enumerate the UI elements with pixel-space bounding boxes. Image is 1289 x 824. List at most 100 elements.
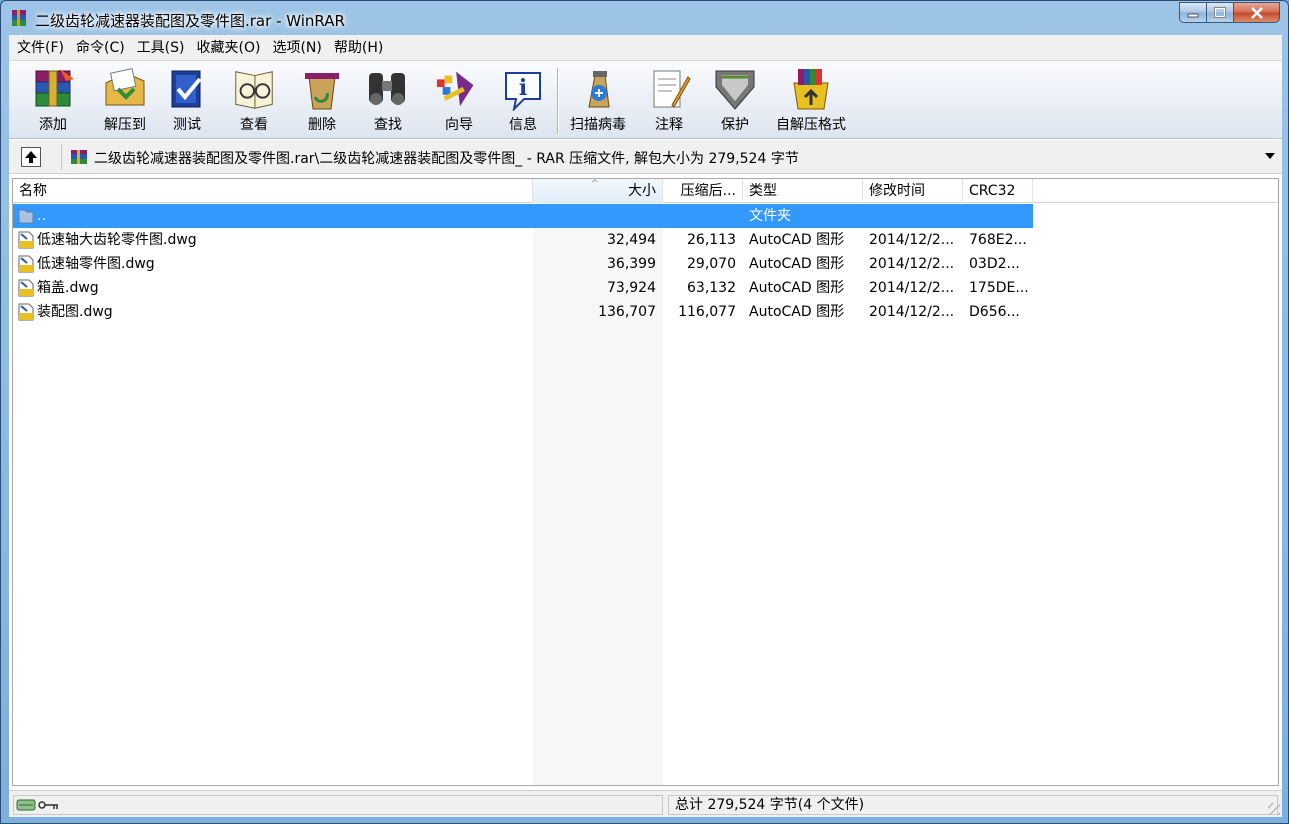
menu-tools[interactable]: 工具(S) xyxy=(131,35,191,61)
column-header-type[interactable]: 类型 xyxy=(743,179,863,203)
extract-to-button[interactable]: 解压到 xyxy=(91,66,159,136)
protect-button[interactable]: 保护 xyxy=(709,66,761,136)
toolbar: 添加 解压到 测试 查看 删除 查找 向导 i 信息 扫描病毒 注释 保护 自解… xyxy=(9,62,1282,139)
delete-button[interactable]: 删除 xyxy=(295,66,349,136)
wizard-label: 向导 xyxy=(445,117,473,133)
find-icon xyxy=(369,73,405,105)
close-button[interactable] xyxy=(1233,2,1280,23)
comment-label: 注释 xyxy=(655,117,683,133)
menu-favorites[interactable]: 收藏夹(O) xyxy=(191,35,267,61)
address-dropdown-icon[interactable] xyxy=(1265,153,1275,159)
menu-options[interactable]: 选项(N) xyxy=(266,35,327,61)
status-left-pane xyxy=(13,795,663,815)
file-name: 装配图.dwg xyxy=(37,304,113,320)
drive-key-icon xyxy=(16,799,58,811)
file-name: .. xyxy=(37,208,46,224)
file-size: 136,707 xyxy=(598,304,656,320)
maximize-button[interactable] xyxy=(1206,2,1233,23)
dwg-file-icon xyxy=(18,279,34,297)
test-icon xyxy=(171,70,202,108)
status-summary: 总计 279,524 字节(4 个文件) xyxy=(668,795,1278,815)
address-field[interactable]: 二级齿轮减速器装配图及零件图.rar\二级齿轮减速器装配图及零件图_ - RAR… xyxy=(61,144,1279,170)
view-icon xyxy=(235,71,273,109)
file-name: 箱盖.dwg xyxy=(37,280,99,296)
file-crc: 768E2... xyxy=(969,232,1027,248)
add-button[interactable]: 添加 xyxy=(19,66,87,136)
info-label: 信息 xyxy=(509,117,537,133)
list-item[interactable]: 装配图.dwg 136,707 116,077 AutoCAD 图形 2014/… xyxy=(13,300,1033,324)
virus-scan-icon xyxy=(588,71,610,108)
file-type: 文件夹 xyxy=(749,208,791,224)
extract-to-label: 解压到 xyxy=(104,117,146,133)
virus-scan-label: 扫描病毒 xyxy=(570,117,626,133)
sfx-button[interactable]: 自解压格式 xyxy=(771,66,851,136)
file-size: 32,494 xyxy=(607,232,656,248)
list-item-parent-folder[interactable]: .. 文件夹 xyxy=(13,204,1033,228)
delete-label: 删除 xyxy=(308,117,336,133)
file-size: 36,399 xyxy=(607,256,656,272)
find-label: 查找 xyxy=(374,117,402,133)
file-list[interactable]: 名称 ^ 大小 压缩后... 类型 修改时间 CRC32 .. 文件夹 低速轴大… xyxy=(12,178,1279,786)
test-label: 测试 xyxy=(173,117,201,133)
info-button[interactable]: i 信息 xyxy=(499,66,547,136)
window-title: 二级齿轮减速器装配图及零件图.rar - WinRAR xyxy=(35,12,345,30)
file-packed-size: 26,113 xyxy=(687,232,736,248)
winrar-app-icon xyxy=(12,10,26,26)
dwg-file-icon xyxy=(18,255,34,273)
sort-ascending-icon: ^ xyxy=(591,179,599,189)
rar-archive-icon xyxy=(71,150,87,164)
virus-scan-button[interactable]: 扫描病毒 xyxy=(563,66,633,136)
svg-text:i: i xyxy=(519,75,527,101)
dwg-file-icon xyxy=(18,231,34,249)
up-arrow-icon xyxy=(25,151,37,163)
folder-up-icon xyxy=(18,209,34,224)
list-item[interactable]: 低速轴零件图.dwg 36,399 29,070 AutoCAD 图形 2014… xyxy=(13,252,1033,276)
comment-button[interactable]: 注释 xyxy=(643,66,695,136)
resize-grip[interactable] xyxy=(1268,803,1280,815)
maximize-icon xyxy=(1214,7,1226,18)
client-area: 文件(F) 命令(C) 工具(S) 收藏夹(O) 选项(N) 帮助(H) 添加 xyxy=(9,35,1282,817)
menu-help[interactable]: 帮助(H) xyxy=(328,35,389,61)
file-packed-size: 29,070 xyxy=(687,256,736,272)
minimize-button[interactable] xyxy=(1179,2,1206,23)
extract-to-icon xyxy=(105,68,145,106)
address-path: 二级齿轮减速器装配图及零件图.rar\二级齿轮减速器装配图及零件图_ - RAR… xyxy=(94,151,799,167)
test-button[interactable]: 测试 xyxy=(161,66,213,136)
view-label: 查看 xyxy=(240,117,268,133)
list-item[interactable]: 箱盖.dwg 73,924 63,132 AutoCAD 图形 2014/12/… xyxy=(13,276,1033,300)
status-bar: 总计 279,524 字节(4 个文件) xyxy=(9,790,1282,817)
list-item[interactable]: 低速轴大齿轮零件图.dwg 32,494 26,113 AutoCAD 图形 2… xyxy=(13,228,1033,252)
delete-icon xyxy=(305,73,339,110)
file-modified: 2014/12/2... xyxy=(869,256,955,272)
column-header-packed[interactable]: 压缩后... xyxy=(663,179,743,203)
protect-label: 保护 xyxy=(721,117,749,133)
add-label: 添加 xyxy=(39,117,67,133)
file-modified: 2014/12/2... xyxy=(869,232,955,248)
address-bar: 二级齿轮减速器装配图及零件图.rar\二级齿轮减速器装配图及零件图_ - RAR… xyxy=(9,140,1282,174)
file-type: AutoCAD 图形 xyxy=(749,256,845,272)
column-header-crc[interactable]: CRC32 xyxy=(963,179,1033,203)
title-bar[interactable]: 二级齿轮减速器装配图及零件图.rar - WinRAR xyxy=(1,1,1288,35)
find-button[interactable]: 查找 xyxy=(361,66,415,136)
column-header-size[interactable]: ^ 大小 xyxy=(533,179,663,203)
file-crc: D656... xyxy=(969,304,1020,320)
wizard-button[interactable]: 向导 xyxy=(429,66,489,136)
column-header-modified[interactable]: 修改时间 xyxy=(863,179,963,203)
info-icon: i xyxy=(505,72,541,111)
up-folder-button[interactable] xyxy=(21,147,41,167)
file-type: AutoCAD 图形 xyxy=(749,304,845,320)
file-size: 73,924 xyxy=(607,280,656,296)
file-crc: 175DE... xyxy=(969,280,1029,296)
menu-commands[interactable]: 命令(C) xyxy=(70,35,131,61)
sfx-label: 自解压格式 xyxy=(776,117,846,133)
winrar-window: 二级齿轮减速器装配图及零件图.rar - WinRAR 文件(F) 命令(C) … xyxy=(0,0,1289,824)
list-header: 名称 ^ 大小 压缩后... 类型 修改时间 CRC32 xyxy=(13,179,1278,203)
comment-icon xyxy=(653,70,691,108)
minimize-icon xyxy=(1187,13,1199,17)
toolbar-separator xyxy=(557,68,559,134)
column-header-name[interactable]: 名称 xyxy=(13,179,533,203)
file-crc: 03D2... xyxy=(969,256,1020,272)
menu-file[interactable]: 文件(F) xyxy=(11,35,70,61)
file-packed-size: 63,132 xyxy=(687,280,736,296)
view-button[interactable]: 查看 xyxy=(227,66,281,136)
